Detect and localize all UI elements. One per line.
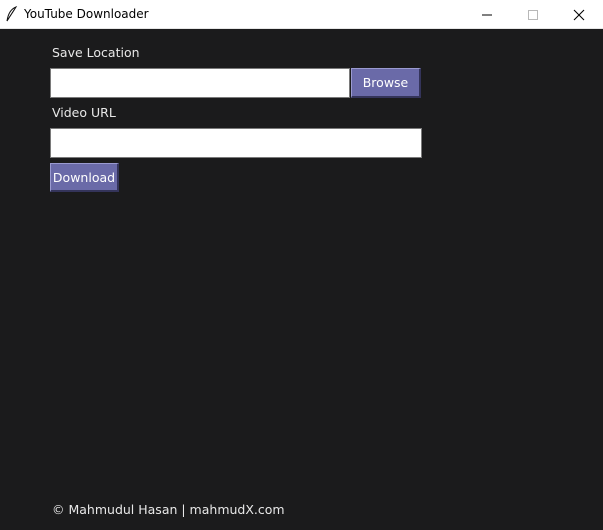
footer-credit: © Mahmudul Hasan | mahmudX.com [52, 502, 285, 517]
minimize-button[interactable] [464, 0, 510, 29]
title-bar[interactable]: YouTube Downloader [0, 0, 603, 29]
feather-icon [5, 5, 19, 22]
save-location-input[interactable] [50, 68, 350, 98]
browse-button[interactable]: Browse [351, 68, 421, 98]
app-window: YouTube Downloader Save Location Browse … [0, 0, 603, 530]
download-button[interactable]: Download [50, 163, 119, 192]
video-url-label: Video URL [52, 105, 116, 120]
window-title: YouTube Downloader [24, 7, 149, 21]
video-url-input[interactable] [50, 128, 422, 158]
save-location-label: Save Location [52, 45, 140, 60]
clipped-logo-fragment [60, 524, 260, 530]
close-button[interactable] [556, 0, 602, 29]
maximize-button[interactable] [510, 0, 556, 29]
